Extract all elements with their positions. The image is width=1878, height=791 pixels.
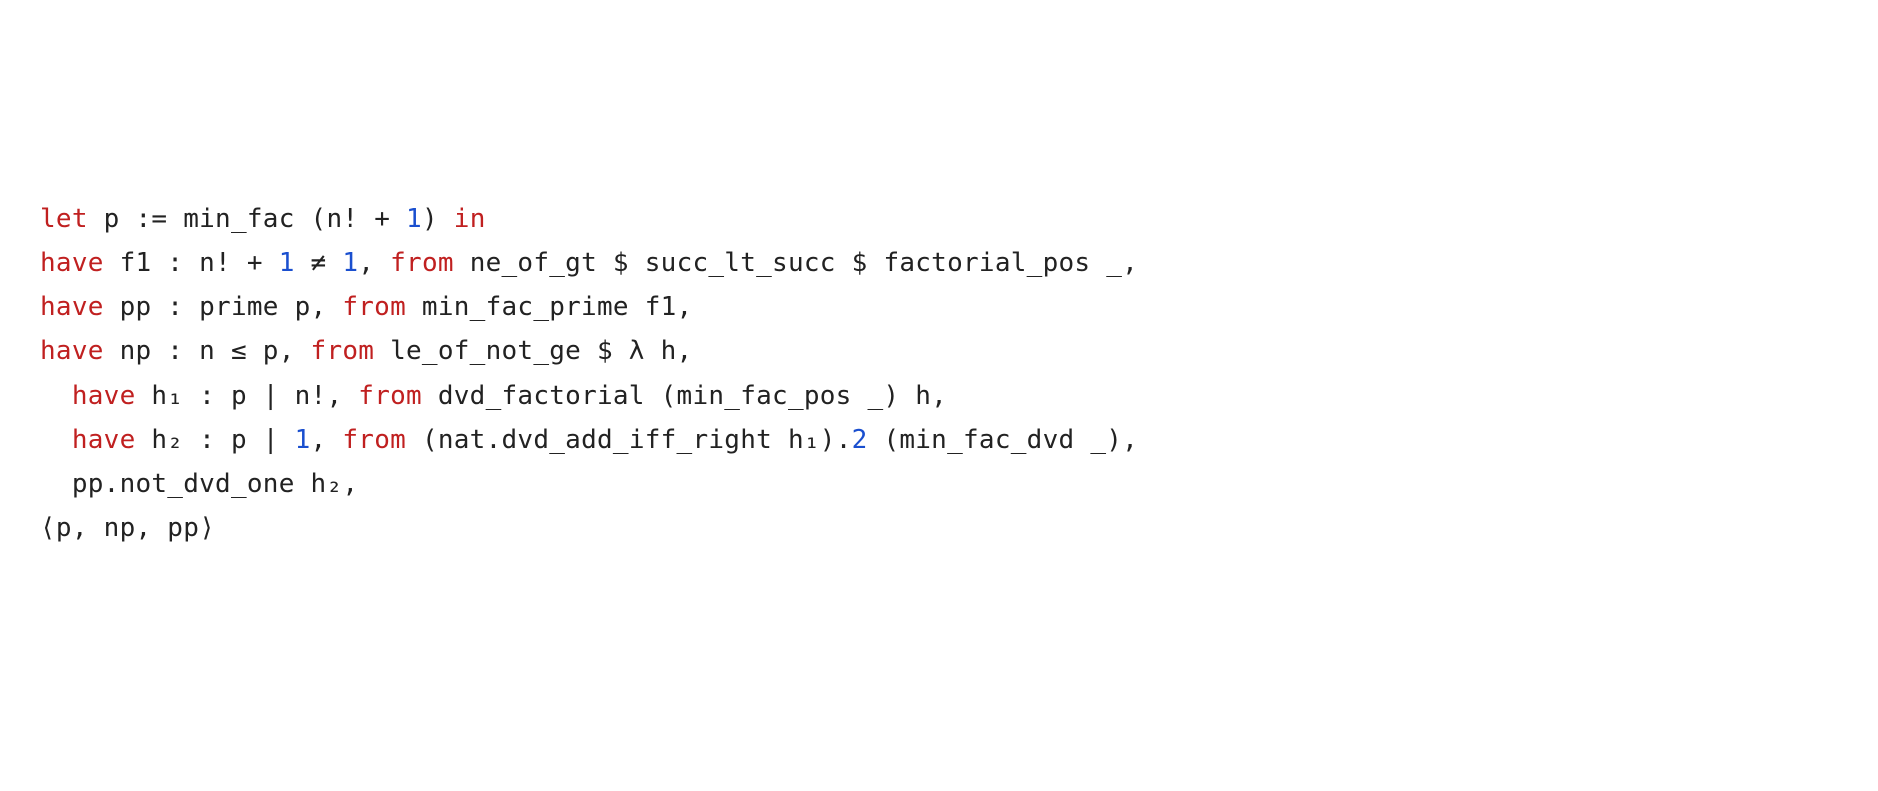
text-token: ,: [311, 425, 343, 455]
keyword-token: from: [358, 381, 422, 411]
text-token: (min_fac_dvd _),: [868, 425, 1139, 455]
text-token: h₂ : p ∣: [135, 425, 294, 455]
keyword-token: from: [342, 425, 406, 455]
text-token: pp.not_dvd_one h₂,: [72, 469, 358, 499]
keyword-token: from: [311, 336, 375, 366]
keyword-token: let: [40, 204, 88, 234]
code-line: have h₂ : p ∣ 1, from (nat.dvd_add_iff_r…: [40, 418, 1838, 462]
code-line: pp.not_dvd_one h₂,: [40, 462, 1838, 506]
number-token: 1: [295, 425, 311, 455]
code-line: have np : n ≤ p, from le_of_not_ge $ λ h…: [40, 329, 1838, 373]
keyword-token: from: [390, 248, 454, 278]
keyword-token: have: [40, 292, 104, 322]
keyword-token: from: [342, 292, 406, 322]
number-token: 1: [342, 248, 358, 278]
number-token: 1: [406, 204, 422, 234]
code-block: let p := min_fac (n! + 1) inhave f1 : n!…: [40, 197, 1838, 551]
text-token: dvd_factorial (min_fac_pos _) h,: [422, 381, 947, 411]
number-token: 2: [852, 425, 868, 455]
keyword-token: have: [40, 336, 104, 366]
code-line: have pp : prime p, from min_fac_prime f1…: [40, 285, 1838, 329]
text-token: p := min_fac (n! +: [88, 204, 406, 234]
text-token: ⟨p, np, pp⟩: [40, 513, 215, 543]
keyword-token: have: [40, 248, 104, 278]
number-token: 1: [279, 248, 295, 278]
text-token: np : n ≤ p,: [104, 336, 311, 366]
text-token: min_fac_prime f1,: [406, 292, 692, 322]
text-token: h₁ : p ∣ n!,: [135, 381, 358, 411]
indent: [40, 469, 72, 499]
text-token: (nat.dvd_add_iff_right h₁).: [406, 425, 852, 455]
keyword-token: have: [72, 425, 136, 455]
text-token: pp : prime p,: [104, 292, 343, 322]
code-line: have h₁ : p ∣ n!, from dvd_factorial (mi…: [40, 374, 1838, 418]
text-token: ): [422, 204, 454, 234]
text-token: ne_of_gt $ succ_lt_succ $ factorial_pos …: [454, 248, 1138, 278]
text-token: f1 : n! +: [104, 248, 279, 278]
text-token: ,: [358, 248, 390, 278]
keyword-token: have: [72, 381, 136, 411]
text-token: le_of_not_ge $ λ h,: [374, 336, 692, 366]
indent: [40, 381, 72, 411]
code-line: ⟨p, np, pp⟩: [40, 506, 1838, 550]
text-token: ≠: [295, 248, 343, 278]
code-line: let p := min_fac (n! + 1) in: [40, 197, 1838, 241]
code-line: have f1 : n! + 1 ≠ 1, from ne_of_gt $ su…: [40, 241, 1838, 285]
keyword-token: in: [454, 204, 486, 234]
indent: [40, 425, 72, 455]
